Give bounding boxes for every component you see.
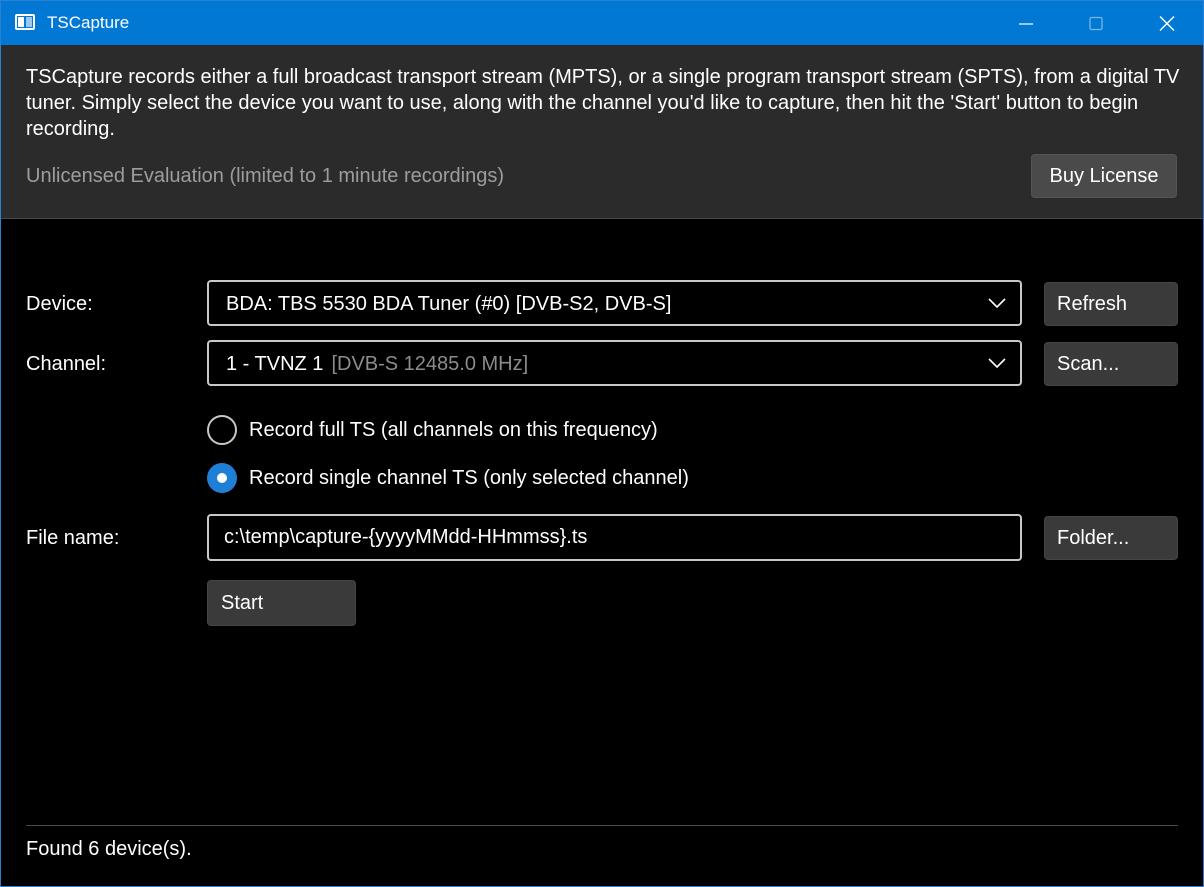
window-title: TSCapture <box>47 13 130 32</box>
status-text: Found 6 device(s). <box>26 838 192 860</box>
radio-label-single-channel: Record single channel TS (only selected … <box>249 467 689 489</box>
device-label: Device: <box>26 293 93 315</box>
channel-selected-value: 1 - TVNZ 1 <box>226 353 324 375</box>
radio-button-unchecked[interactable] <box>207 415 237 445</box>
file-name-label: File name: <box>26 527 120 549</box>
close-button[interactable] <box>1132 1 1202 45</box>
chevron-down-icon <box>988 298 1006 309</box>
radio-button-checked[interactable] <box>207 463 237 493</box>
minimize-icon <box>1019 23 1033 25</box>
app-icon <box>15 14 35 30</box>
maximize-icon <box>1089 16 1103 31</box>
device-dropdown[interactable]: BDA: TBS 5530 BDA Tuner (#0) [DVB-S2, DV… <box>207 280 1022 326</box>
title-bar[interactable]: TSCapture <box>1 1 1203 45</box>
radio-label-full-ts: Record full TS (all channels on this fre… <box>249 419 658 441</box>
app-description: TSCapture records either a full broadcas… <box>26 66 1180 140</box>
file-name-input[interactable] <box>207 514 1022 561</box>
channel-frequency: [DVB-S 12485.0 MHz] <box>331 353 529 375</box>
refresh-button[interactable]: Refresh <box>1044 282 1178 326</box>
tscapture-window: TSCapture TSCapture records either a ful… <box>0 0 1204 887</box>
channel-selected: 1 - TVNZ 1 [DVB-S 12485.0 MHz] <box>226 352 528 376</box>
license-status: Unlicensed Evaluation (limited to 1 minu… <box>26 165 505 187</box>
minimize-button[interactable] <box>991 1 1061 45</box>
close-icon <box>1159 16 1175 31</box>
device-selected-value: BDA: TBS 5530 BDA Tuner (#0) [DVB-S2, DV… <box>226 293 672 315</box>
folder-button[interactable]: Folder... <box>1044 516 1178 560</box>
scan-button[interactable]: Scan... <box>1044 342 1178 386</box>
radio-record-full-ts[interactable]: Record full TS (all channels on this fre… <box>207 415 807 445</box>
status-divider <box>26 825 1178 826</box>
info-panel: TSCapture records either a full broadcas… <box>1 45 1203 219</box>
maximize-button <box>1061 1 1131 45</box>
chevron-down-icon <box>988 358 1006 369</box>
start-button[interactable]: Start <box>207 580 356 626</box>
channel-dropdown[interactable]: 1 - TVNZ 1 [DVB-S 12485.0 MHz] <box>207 340 1022 386</box>
radio-record-single-channel[interactable]: Record single channel TS (only selected … <box>207 463 807 493</box>
channel-label: Channel: <box>26 353 107 375</box>
buy-license-button[interactable]: Buy License <box>1031 154 1177 198</box>
